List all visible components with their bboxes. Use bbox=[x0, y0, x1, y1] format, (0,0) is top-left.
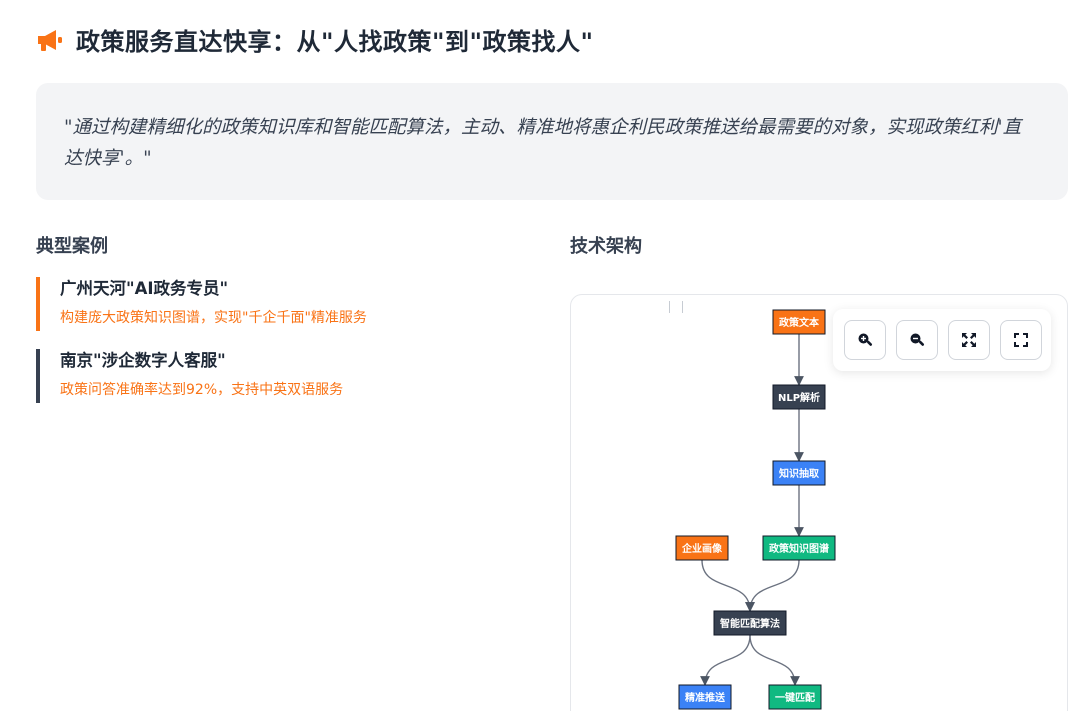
node-doc[interactable]: 政策文本 bbox=[772, 309, 826, 335]
architecture-diagram[interactable]: 政策文本 NLP解析知识抽取企业画像 政策知识图谱智能匹配算法精准推送 一键匹配 bbox=[570, 294, 1068, 711]
zoom-in-icon bbox=[858, 333, 873, 346]
node-label: 精准推送 bbox=[685, 691, 726, 704]
node-label: 企业画像 bbox=[681, 542, 723, 555]
quote-box: "通过构建精细化的政策知识库和智能匹配算法，主动、精准地将惠企利民政策推送给最需… bbox=[36, 83, 1068, 200]
node-label: 政策文本 bbox=[779, 316, 820, 329]
zoom-in-button[interactable] bbox=[844, 320, 886, 360]
node-label: 一键匹配 bbox=[775, 691, 815, 704]
case-title: 南京"涉企数字人客服" bbox=[60, 351, 226, 370]
page-header: 政策服务直达快享：从"人找政策"到"政策找人" bbox=[36, 22, 594, 57]
zoom-out-button[interactable] bbox=[896, 320, 938, 360]
zoom-toolbar bbox=[833, 309, 1051, 371]
cases-heading: 典型案例 bbox=[36, 236, 108, 257]
case-desc: 政策问答准确率达到92%，支持中英双语服务 bbox=[60, 382, 344, 398]
megaphone-icon bbox=[38, 29, 62, 51]
case-title: 广州天河"AI政务专员" bbox=[60, 279, 229, 298]
fit-view-icon bbox=[962, 333, 976, 347]
fullscreen-button[interactable] bbox=[1000, 320, 1042, 360]
zoom-out-icon bbox=[910, 333, 925, 346]
fullscreen-icon bbox=[1014, 333, 1028, 347]
case-desc: 构建庞大政策知识图谱，实现"千企千面"精准服务 bbox=[60, 310, 367, 326]
node-label: 政策知识图谱 bbox=[769, 542, 829, 555]
architecture-heading: 技术架构 bbox=[570, 236, 642, 257]
quote-text: "通过构建精细化的政策知识库和智能匹配算法，主动、精准地将惠企利民政策推送给最需… bbox=[64, 117, 1022, 169]
node-label: NLP解析 bbox=[778, 391, 820, 404]
node-profile[interactable]: 企业画像 bbox=[675, 535, 729, 561]
node-extract[interactable]: 知识抽取 bbox=[772, 460, 826, 486]
node-push[interactable]: 精准推送 bbox=[678, 684, 732, 710]
edge-match-push bbox=[700, 634, 751, 686]
node-label: 智能匹配算法 bbox=[720, 617, 780, 630]
node-label: 知识抽取 bbox=[778, 467, 820, 480]
case-item: 南京"涉企数字人客服" 政策问答准确率达到92%，支持中英双语服务 bbox=[36, 349, 516, 403]
fit-view-button[interactable] bbox=[948, 320, 990, 360]
node-graph[interactable]: 政策知识图谱 bbox=[762, 535, 836, 561]
node-onekey[interactable]: 一键匹配 bbox=[768, 684, 822, 710]
edge-graph-match bbox=[745, 559, 800, 612]
node-nlp[interactable]: NLP解析 bbox=[772, 384, 826, 410]
edge-match-onekey bbox=[749, 634, 800, 686]
page-title: 政策服务直达快享：从"人找政策"到"政策找人" bbox=[76, 28, 594, 56]
case-item: 广州天河"AI政务专员" 构建庞大政策知识图谱，实现"千企千面"精准服务 bbox=[36, 277, 516, 331]
edge-profile-match bbox=[701, 559, 755, 612]
node-match[interactable]: 智能匹配算法 bbox=[713, 610, 787, 636]
